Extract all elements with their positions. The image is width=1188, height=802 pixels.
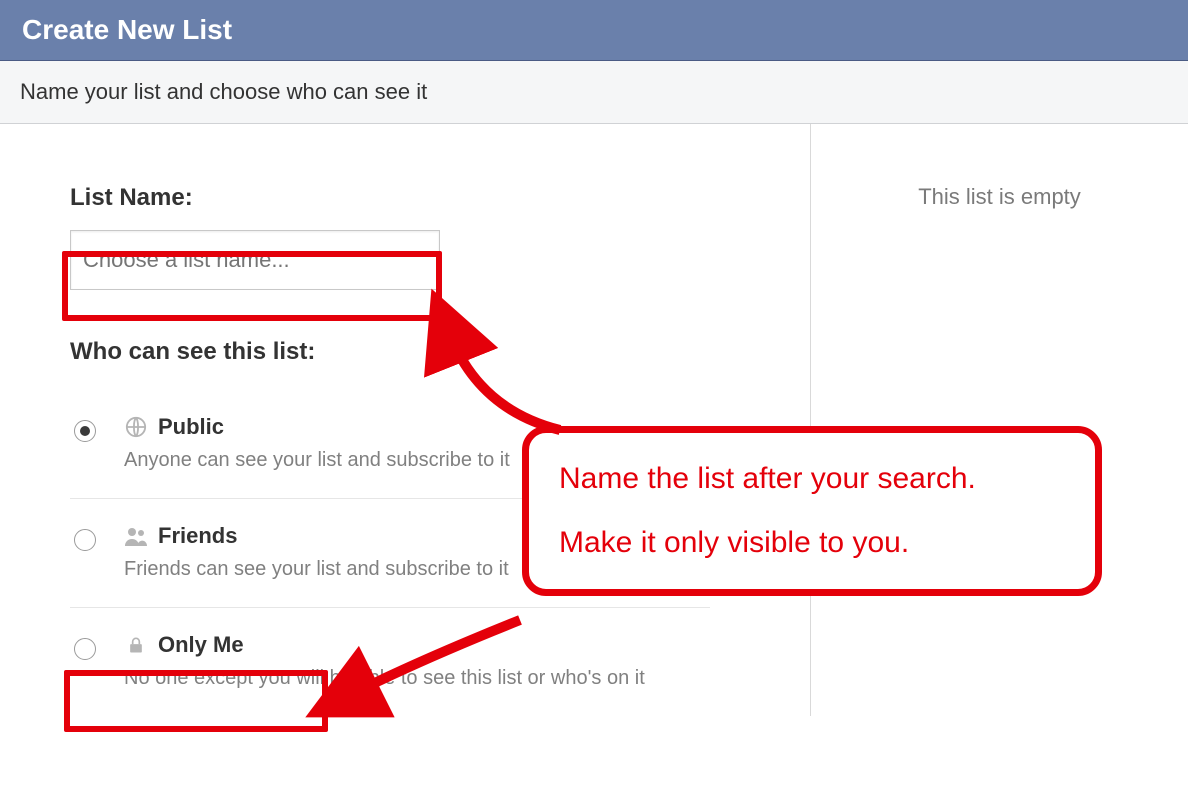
dialog-title-text: Create New List <box>22 14 232 45</box>
radio-friends[interactable] <box>74 529 96 551</box>
option-public-name: Public <box>158 414 224 440</box>
annotation-text-line1: Name the list after your search. <box>559 459 1065 499</box>
empty-list-text: This list is empty <box>918 184 1081 209</box>
annotation-highlight-input <box>62 251 442 321</box>
annotation-callout: Name the list after your search. Make it… <box>522 426 1102 596</box>
option-friends-name: Friends <box>158 523 237 549</box>
dialog-subtitle-text: Name your list and choose who can see it <box>20 79 427 104</box>
annotation-arrow-to-onlyme <box>320 600 540 720</box>
dialog-subtitle: Name your list and choose who can see it <box>0 61 1188 124</box>
radio-onlyme[interactable] <box>74 638 96 660</box>
option-onlyme-name: Only Me <box>158 632 244 658</box>
globe-icon <box>124 415 148 439</box>
dialog-title: Create New List <box>0 0 1188 61</box>
radio-public[interactable] <box>74 420 96 442</box>
annotation-highlight-onlyme <box>64 670 328 732</box>
lock-icon <box>124 633 148 657</box>
friends-icon <box>124 524 148 548</box>
annotation-text-line2: Make it only visible to you. <box>559 523 1065 563</box>
annotation-arrow-to-input <box>420 300 590 450</box>
list-members-panel: This list is empty <box>810 124 1188 716</box>
list-name-label: List Name: <box>70 184 810 212</box>
